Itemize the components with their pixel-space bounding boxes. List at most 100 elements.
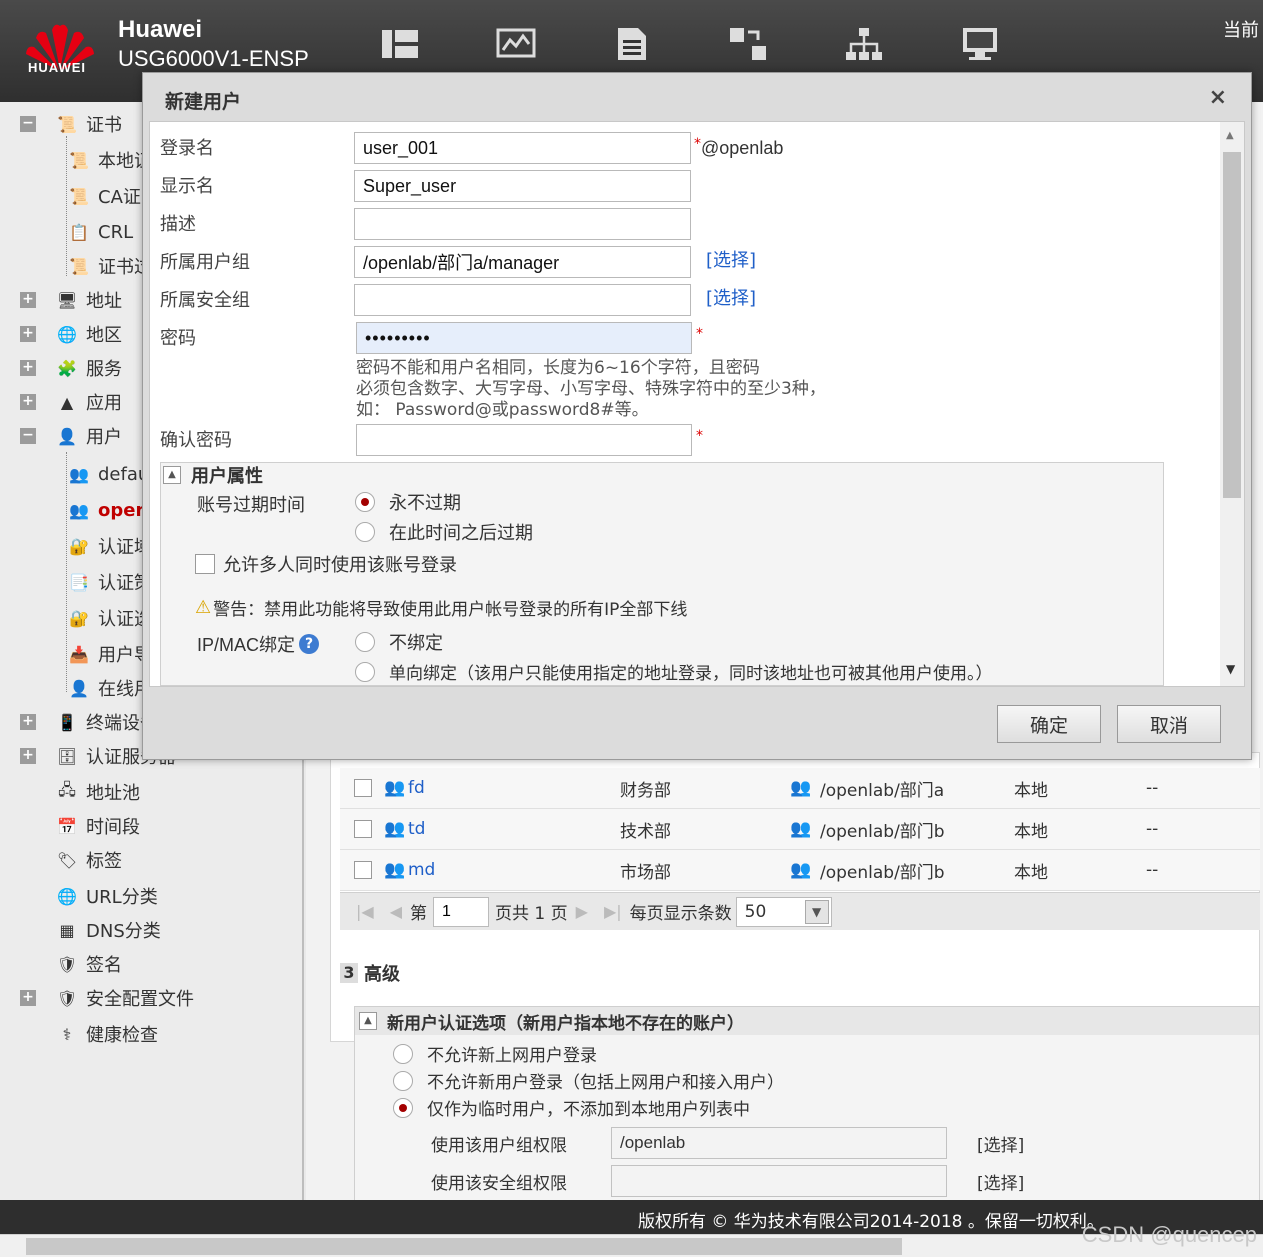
table-row[interactable]: 👥 fd 财务部 👥 /openlab/部门a 本地 -- bbox=[340, 768, 1260, 809]
tree-item-crl[interactable]: 📋 CRL bbox=[68, 218, 133, 246]
radio-button[interactable] bbox=[355, 661, 375, 682]
collapse-triangle-icon[interactable]: ▲ bbox=[163, 466, 181, 484]
chevron-down-icon[interactable]: ▼ bbox=[804, 899, 829, 924]
tree-item-ca-cert[interactable]: 📜 CA证 bbox=[68, 182, 141, 210]
login-name-input[interactable]: user_001 bbox=[354, 132, 691, 164]
dialog-vertical-scrollbar[interactable]: ▲ ▼ bbox=[1220, 122, 1244, 686]
expiry-never-option[interactable]: 永不过期 bbox=[355, 489, 461, 515]
tree-item-signature[interactable]: 🛡 签名 bbox=[56, 950, 122, 978]
tree-item-user[interactable]: − 👤 用户 bbox=[20, 422, 122, 450]
user-name-link[interactable]: fd bbox=[408, 778, 425, 798]
policy-icon[interactable] bbox=[612, 26, 652, 62]
radio-button-selected[interactable] bbox=[393, 1097, 413, 1118]
scrollbar-thumb[interactable] bbox=[1223, 152, 1241, 498]
expiry-after-option[interactable]: 在此时间之后过期 bbox=[355, 519, 533, 545]
checkbox[interactable] bbox=[195, 554, 215, 574]
option-deny-all-new-users[interactable]: 不允许新用户登录（包括上网用户和接入用户） bbox=[393, 1068, 784, 1093]
object-icon[interactable] bbox=[728, 26, 768, 62]
tree-item-tag[interactable]: 🏷 标签 bbox=[56, 846, 122, 874]
monitor-icon[interactable] bbox=[496, 26, 536, 62]
expand-icon[interactable]: + bbox=[20, 714, 36, 730]
security-group-permission-field[interactable] bbox=[611, 1165, 947, 1197]
row-checkbox[interactable] bbox=[354, 820, 372, 838]
radio-button[interactable] bbox=[355, 522, 375, 542]
select-user-group-link[interactable]: [选择] bbox=[977, 1131, 1024, 1156]
prev-page-icon[interactable]: ◀ bbox=[390, 902, 402, 921]
bind-one-way-option[interactable]: 单向绑定（该用户只能使用指定的地址登录，同时该地址也可被其他用户使用。） bbox=[355, 659, 993, 684]
tree-item-online-users[interactable]: 👤 在线用 bbox=[68, 674, 152, 702]
tree-item-auth-option[interactable]: 🔐 认证选 bbox=[68, 604, 152, 632]
tree-item-url-category[interactable]: 🌐 URL分类 bbox=[56, 882, 158, 910]
tree-item-certificate[interactable]: − 📜 证书 bbox=[20, 110, 122, 138]
user-group-permission-field[interactable]: /openlab bbox=[611, 1127, 947, 1159]
select-user-group-link[interactable]: [选择] bbox=[706, 246, 756, 272]
expand-icon[interactable]: + bbox=[20, 394, 36, 410]
tree-item-address[interactable]: + 🖥 地址 bbox=[20, 286, 122, 314]
tree-item-security-profile[interactable]: + 🛡 安全配置文件 bbox=[20, 984, 194, 1012]
tree-item-health-check[interactable]: ⚕ 健康检查 bbox=[56, 1020, 158, 1048]
tree-item-application[interactable]: + ▲ 应用 bbox=[20, 388, 122, 416]
tree-item-local-cert[interactable]: 📜 本地证 bbox=[68, 146, 152, 174]
display-name-input[interactable]: Super_user bbox=[354, 170, 691, 202]
select-security-group-link[interactable]: [选择] bbox=[706, 284, 756, 310]
collapse-icon[interactable]: − bbox=[20, 428, 36, 444]
ok-button[interactable]: 确定 bbox=[997, 705, 1101, 743]
group-header[interactable]: ▲ 新用户认证选项（新用户指本地不存在的账户） bbox=[355, 1007, 1259, 1035]
user-name-link[interactable]: md bbox=[408, 860, 435, 880]
help-icon[interactable]: ? bbox=[299, 634, 320, 654]
description-input[interactable] bbox=[354, 208, 691, 240]
confirm-password-input[interactable] bbox=[356, 424, 692, 456]
security-group-input[interactable] bbox=[354, 284, 691, 316]
tree-item-address-pool[interactable]: 🖧 地址池 bbox=[56, 778, 140, 806]
radio-button[interactable] bbox=[355, 632, 375, 652]
scrollbar-thumb[interactable] bbox=[26, 1238, 902, 1255]
tree-item-terminal-device[interactable]: + 📱 终端设备 bbox=[20, 708, 158, 736]
page-number-input[interactable] bbox=[433, 896, 490, 927]
scroll-up-icon[interactable]: ▲ bbox=[1226, 130, 1234, 141]
tree-item-auth-domain[interactable]: 🔐 认证域 bbox=[68, 532, 152, 560]
expand-icon[interactable]: + bbox=[20, 990, 36, 1006]
tree-item-default[interactable]: 👥 defau bbox=[68, 460, 149, 488]
user-properties-header[interactable]: ▲ 用户属性 bbox=[161, 463, 1163, 487]
expand-icon[interactable]: + bbox=[20, 748, 36, 764]
tree-item-region[interactable]: + 🌐 地区 bbox=[20, 320, 122, 348]
bind-none-option[interactable]: 不绑定 bbox=[355, 629, 443, 655]
tag-icon: 🏷 bbox=[56, 850, 78, 870]
first-page-icon[interactable]: |◀ bbox=[356, 902, 374, 921]
option-deny-new-internet-users[interactable]: 不允许新上网用户登录 bbox=[393, 1041, 597, 1066]
tree-item-cert-filter[interactable]: 📜 证书过 bbox=[68, 252, 152, 280]
row-checkbox[interactable] bbox=[354, 861, 372, 879]
cancel-button[interactable]: 取消 bbox=[1117, 705, 1221, 743]
user-group-input[interactable]: /openlab/部门a/manager bbox=[354, 246, 691, 278]
radio-button[interactable] bbox=[393, 1070, 413, 1091]
option-temporary-user[interactable]: 仅作为临时用户，不添加到本地用户列表中 bbox=[393, 1095, 750, 1120]
select-security-group-link[interactable]: [选择] bbox=[977, 1169, 1024, 1194]
system-icon[interactable] bbox=[960, 26, 1000, 62]
table-row[interactable]: 👥 td 技术部 👥 /openlab/部门b 本地 -- bbox=[340, 809, 1260, 850]
per-page-select[interactable]: 50 ▼ bbox=[735, 896, 832, 927]
close-icon[interactable]: × bbox=[1209, 85, 1227, 110]
radio-button-selected[interactable] bbox=[355, 492, 375, 512]
expand-icon[interactable]: + bbox=[20, 360, 36, 376]
dashboard-icon[interactable] bbox=[380, 26, 420, 62]
user-name-link[interactable]: td bbox=[408, 819, 425, 839]
collapse-icon[interactable]: − bbox=[20, 116, 36, 132]
collapse-triangle-icon[interactable]: ▲ bbox=[359, 1012, 377, 1030]
radio-button[interactable] bbox=[393, 1043, 413, 1064]
tree-item-user-import[interactable]: 📥 用户导 bbox=[68, 640, 152, 668]
last-page-icon[interactable]: ▶| bbox=[604, 902, 622, 921]
tree-item-dns-category[interactable]: ▦ DNS分类 bbox=[56, 916, 160, 944]
tree-item-time-range[interactable]: 📅 时间段 bbox=[56, 812, 140, 840]
tree-item-auth-policy[interactable]: 📑 认证策 bbox=[68, 568, 152, 596]
table-row[interactable]: 👥 md 市场部 👥 /openlab/部门b 本地 -- bbox=[340, 850, 1260, 891]
next-page-icon[interactable]: ▶ bbox=[576, 902, 588, 921]
password-input[interactable]: ••••••••• bbox=[356, 322, 692, 354]
horizontal-scrollbar[interactable] bbox=[0, 1234, 1263, 1257]
multi-login-option[interactable]: 允许多人同时使用该账号登录 bbox=[195, 551, 457, 577]
expand-icon[interactable]: + bbox=[20, 326, 36, 342]
row-checkbox[interactable] bbox=[354, 779, 372, 797]
network-icon[interactable] bbox=[844, 26, 884, 62]
scroll-down-icon[interactable]: ▼ bbox=[1226, 662, 1235, 676]
expand-icon[interactable]: + bbox=[20, 292, 36, 308]
tree-item-service[interactable]: + 🧩 服务 bbox=[20, 354, 122, 382]
